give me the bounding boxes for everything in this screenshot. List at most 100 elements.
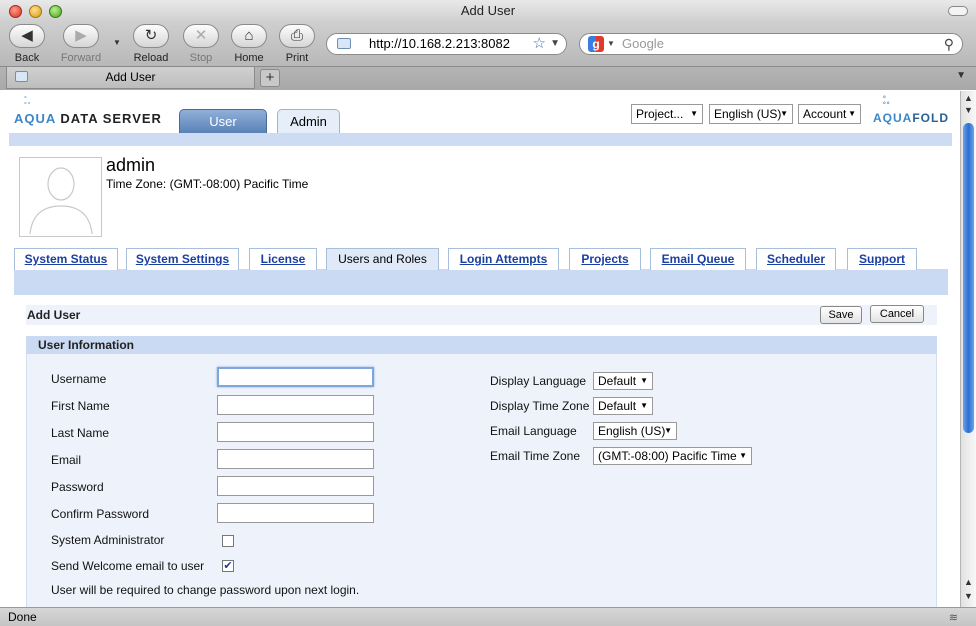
- email-language-label: Email Language: [490, 424, 577, 438]
- tab-scheduler[interactable]: Scheduler: [756, 248, 836, 270]
- reload-button[interactable]: ↻ Reload: [126, 24, 176, 64]
- logo-aqua-text: AQUA: [14, 111, 56, 126]
- chevron-down-icon: ▼: [690, 109, 698, 118]
- email-label: Email: [51, 453, 82, 467]
- email-field[interactable]: [217, 449, 374, 469]
- scroll-down-icon[interactable]: ▼: [964, 105, 973, 115]
- aqua-data-server-logo[interactable]: ° °° AQUA DATA SERVER: [14, 96, 162, 126]
- avatar: [19, 157, 102, 237]
- account-select-value: Account: [803, 107, 847, 121]
- email-language-value: English (US): [598, 424, 666, 438]
- last-name-label: Last Name: [51, 426, 110, 440]
- tab-list-icon[interactable]: ▼: [956, 70, 966, 81]
- home-button[interactable]: ⌂ Home: [224, 24, 274, 64]
- google-search-icon[interactable]: g: [588, 36, 604, 52]
- page-favicon-icon: [337, 38, 351, 49]
- logo-rest-text: DATA SERVER: [55, 111, 162, 126]
- password-change-note: User will be required to change password…: [51, 583, 360, 597]
- address-bar[interactable]: http://10.168.2.213:8082 ☆ ▼: [326, 33, 567, 55]
- print-button[interactable]: ⎙ Print: [272, 24, 322, 64]
- password-label: Password: [51, 480, 104, 494]
- user-timezone: Time Zone: (GMT:-08:00) Pacific Time: [106, 177, 309, 191]
- scroll-down-bottom-icon[interactable]: ▼: [964, 591, 973, 601]
- search-engine-dropdown-icon[interactable]: ▼: [607, 34, 615, 54]
- username-label: Username: [51, 372, 107, 386]
- send-welcome-checkbox[interactable]: ✔: [222, 560, 234, 572]
- first-name-label: First Name: [51, 399, 110, 413]
- tab-license[interactable]: License: [249, 248, 317, 270]
- zoom-window-icon[interactable]: [49, 5, 62, 18]
- web-page: °°° AQUA DATA SERVER User Home Admin Pro…: [0, 91, 960, 607]
- user-name: admin: [106, 155, 156, 175]
- panel-header: [26, 305, 937, 325]
- forward-arrow-icon: ▶: [63, 24, 99, 48]
- tab-projects[interactable]: Projects: [569, 248, 641, 270]
- bookmark-star-icon[interactable]: ☆: [533, 34, 546, 54]
- back-button[interactable]: ◀ Back: [2, 24, 52, 64]
- display-timezone-value: Default: [598, 399, 637, 413]
- panel-title: Add User: [27, 308, 81, 322]
- search-bar[interactable]: g ▼ Google ⚲: [579, 33, 963, 55]
- printer-icon: ⎙: [279, 24, 315, 48]
- magnifier-icon[interactable]: ⚲: [944, 34, 954, 54]
- tab-email-queue[interactable]: Email Queue: [650, 248, 746, 270]
- close-window-icon[interactable]: [9, 5, 22, 18]
- reload-icon: ↻: [133, 24, 169, 48]
- bubbles-icon: ° °°: [24, 96, 32, 109]
- tab-users-and-roles[interactable]: Users and Roles: [326, 248, 439, 270]
- forward-label: Forward: [60, 52, 102, 64]
- forward-button[interactable]: ▶ Forward: [56, 24, 106, 64]
- vertical-scrollbar[interactable]: ▲ ▼ ▲ ▼: [960, 91, 976, 607]
- display-language-select[interactable]: Default ▼: [593, 372, 653, 390]
- section-user-information: User Information: [26, 336, 937, 354]
- password-field[interactable]: [217, 476, 374, 496]
- stop-button[interactable]: ✕ Stop: [176, 24, 226, 64]
- scrollbar-thumb[interactable]: [963, 123, 974, 433]
- language-select[interactable]: English (US) ▼: [709, 104, 793, 124]
- project-select[interactable]: Project... ▼: [631, 104, 703, 124]
- system-admin-checkbox[interactable]: [222, 535, 234, 547]
- browser-tab-active[interactable]: Add User: [6, 67, 255, 89]
- account-select[interactable]: Account ▼: [798, 104, 861, 124]
- aquafold-logo[interactable]: ° °° AQUAFOLD: [873, 96, 950, 125]
- scroll-up-bottom-icon[interactable]: ▲: [964, 577, 973, 587]
- tab-user-home[interactable]: User Home: [179, 109, 267, 153]
- history-dropdown-icon[interactable]: ▼: [113, 38, 121, 47]
- display-language-value: Default: [598, 374, 637, 388]
- display-timezone-select[interactable]: Default ▼: [593, 397, 653, 415]
- system-admin-label: System Administrator: [51, 533, 165, 547]
- window-titlebar: Add User: [0, 0, 976, 22]
- chevron-down-icon: ▼: [739, 451, 747, 460]
- scroll-up-icon[interactable]: ▲: [964, 93, 973, 103]
- tab-system-settings[interactable]: System Settings: [126, 248, 239, 270]
- cancel-button[interactable]: Cancel: [870, 305, 924, 323]
- first-name-field[interactable]: [217, 395, 374, 415]
- reload-label: Reload: [133, 52, 169, 64]
- url-text: http://10.168.2.213:8082: [369, 36, 510, 51]
- stop-label: Stop: [189, 52, 213, 64]
- chevron-down-icon: ▼: [640, 401, 648, 410]
- tab-system-status[interactable]: System Status: [14, 248, 118, 270]
- minimize-window-icon[interactable]: [29, 5, 42, 18]
- tab-support[interactable]: Support: [847, 248, 917, 270]
- brand-fold-text: FOLD: [912, 111, 950, 125]
- toolbar-toggle-button[interactable]: [948, 6, 968, 16]
- confirm-password-field[interactable]: [217, 503, 374, 523]
- new-tab-button[interactable]: +: [260, 69, 280, 87]
- resize-grip-icon[interactable]: ≋: [949, 609, 958, 626]
- confirm-password-label: Confirm Password: [51, 507, 150, 521]
- browser-tab-bar: Add User + ▼: [0, 66, 976, 90]
- status-bar: Done ≋: [0, 607, 976, 626]
- back-label: Back: [14, 52, 40, 64]
- last-name-field[interactable]: [217, 422, 374, 442]
- status-text: Done: [8, 610, 37, 624]
- tab-admin[interactable]: Admin: [277, 109, 340, 133]
- save-button[interactable]: Save: [820, 306, 862, 324]
- chevron-down-icon: ▼: [640, 376, 648, 385]
- tab-login-attempts[interactable]: Login Attempts: [448, 248, 559, 270]
- username-field[interactable]: [217, 367, 374, 387]
- email-timezone-select[interactable]: (GMT:-08:00) Pacific Time ▼: [593, 447, 752, 465]
- url-history-icon[interactable]: ▼: [550, 34, 560, 54]
- search-placeholder: Google: [622, 36, 664, 51]
- email-language-select[interactable]: English (US) ▼: [593, 422, 677, 440]
